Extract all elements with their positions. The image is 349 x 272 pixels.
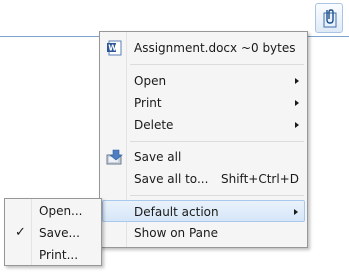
menu-item-label: Delete: [134, 118, 174, 132]
menu-item-save-all[interactable]: Save all: [102, 146, 305, 168]
svg-text:W: W: [108, 44, 117, 53]
submenu-arrow-icon: [295, 100, 299, 106]
menu-item-default-action[interactable]: Default action: [102, 200, 305, 222]
menu-separator: [130, 64, 304, 65]
menu-item-label: Open: [134, 74, 167, 88]
shortcut-label: Shift+Ctrl+D: [221, 172, 299, 186]
menu-item-show-on-pane[interactable]: Show on Pane: [102, 222, 305, 244]
menu-item-label: Default action: [134, 205, 219, 219]
default-action-submenu: Open... ✓ Save... Print...: [4, 198, 102, 266]
submenu-item-label: Open...: [39, 204, 83, 218]
attachment-context-menu: W Assignment.docx ~0 bytes Open Print De…: [99, 31, 308, 248]
attachment-clip-icon: [323, 9, 337, 28]
save-all-icon: [106, 149, 123, 165]
submenu-arrow-icon: [294, 209, 298, 215]
submenu-item-label: Save...: [39, 226, 80, 240]
menu-item-print[interactable]: Print: [102, 92, 305, 114]
menu-item-save-all-to[interactable]: Save all to... Shift+Ctrl+D: [102, 168, 305, 190]
attachments-button[interactable]: [315, 3, 343, 33]
menu-item-label: Save all to...: [134, 172, 209, 186]
submenu-item-open[interactable]: Open...: [7, 200, 99, 222]
attachment-name-label: Assignment.docx ~0 bytes: [134, 41, 296, 55]
menu-item-label: Print: [134, 96, 162, 110]
menu-item-open[interactable]: Open: [102, 70, 305, 92]
checkmark-icon: ✓: [15, 225, 26, 240]
word-document-icon: W: [107, 40, 122, 56]
attachment-header-item[interactable]: W Assignment.docx ~0 bytes: [102, 37, 305, 59]
submenu-arrow-icon: [295, 78, 299, 84]
menu-separator: [130, 195, 304, 196]
menu-separator: [130, 141, 304, 142]
menu-item-label: Save all: [134, 150, 182, 164]
submenu-item-label: Print...: [39, 248, 79, 262]
submenu-item-save[interactable]: ✓ Save...: [7, 222, 99, 244]
menu-item-label: Show on Pane: [134, 226, 218, 240]
submenu-item-print[interactable]: Print...: [7, 244, 99, 266]
submenu-arrow-icon: [295, 122, 299, 128]
menu-item-delete[interactable]: Delete: [102, 114, 305, 136]
